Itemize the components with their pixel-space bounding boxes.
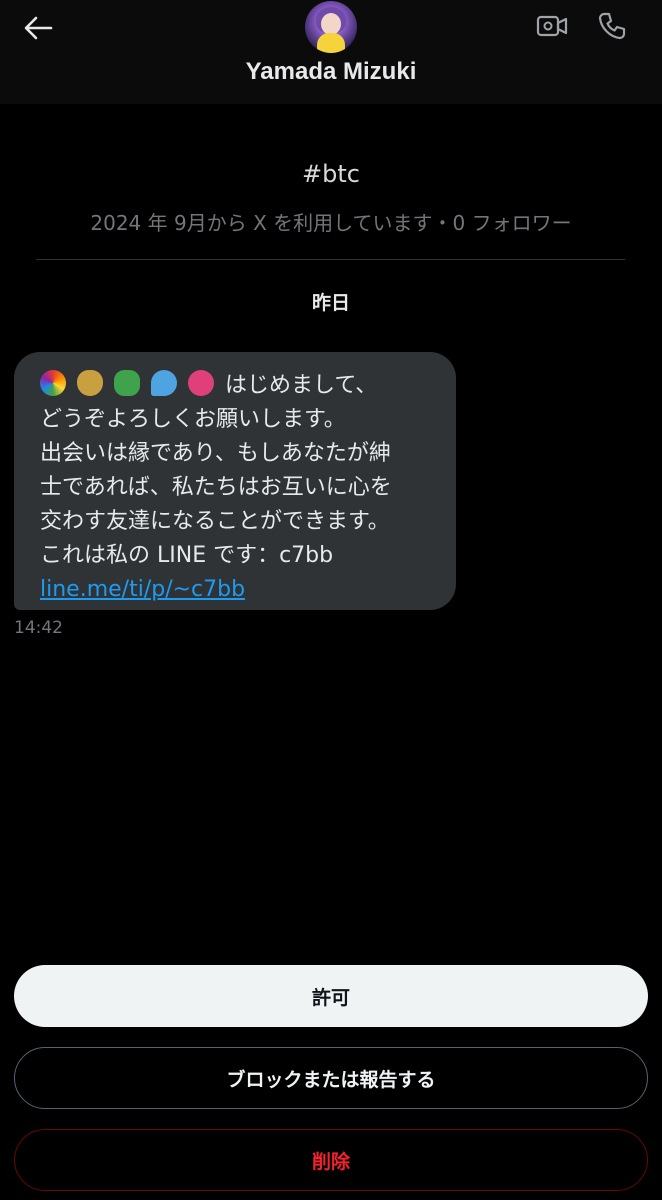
rainbow-icon [40, 370, 66, 396]
four-leaf-clover-icon [114, 370, 140, 396]
avatar-body [317, 33, 345, 53]
voice-call-button[interactable] [594, 8, 630, 44]
allow-button[interactable]: 許可 [14, 965, 648, 1027]
message-bubble[interactable]: はじめまして、 どうぞよろしくお願いします。 出会いは縁であり、もしあなたが紳 … [14, 352, 456, 610]
message-line: はじめまして、 [40, 369, 440, 403]
video-call-button[interactable] [534, 8, 570, 44]
message-text: どうぞよろしくお願いします。 [40, 407, 346, 432]
contact-name[interactable]: Yamada Mizuki [0, 58, 662, 86]
profile-bio: #btc [302, 160, 360, 188]
sweat-droplets-icon [151, 370, 177, 396]
profile-join-info: 2024 年 9月から X を利用しています・0 フォロワー [90, 211, 572, 235]
divider [36, 259, 625, 260]
conversation-header: Yamada Mizuki [0, 0, 662, 104]
message-link[interactable]: line.me/ti/p/~c7bb [40, 577, 245, 602]
date-separator: 昨日 [311, 292, 350, 314]
phone-icon [598, 12, 626, 40]
block-or-report-button[interactable]: ブロックまたは報告する [14, 1047, 648, 1109]
message-text: 士であれば、私たちはお互いに心を [40, 475, 392, 500]
arrow-left-icon [24, 16, 53, 40]
message-text: これは私の LINE です：c7bb [40, 543, 334, 568]
video-camera-icon [536, 15, 568, 37]
message-text: 交わす友達になることができます。 [40, 509, 390, 534]
profile-avatar[interactable] [305, 1, 357, 53]
message-text: 出会いは縁であり、もしあなたが紳 [40, 441, 391, 466]
hibiscus-icon [188, 370, 214, 396]
message-text: はじめまして、 [225, 373, 378, 398]
delete-button[interactable]: 削除 [14, 1129, 648, 1191]
back-button[interactable] [18, 8, 58, 48]
avatar-face [321, 13, 341, 35]
money-bag-icon [77, 370, 103, 396]
message-timestamp: 14:42 [14, 618, 63, 638]
